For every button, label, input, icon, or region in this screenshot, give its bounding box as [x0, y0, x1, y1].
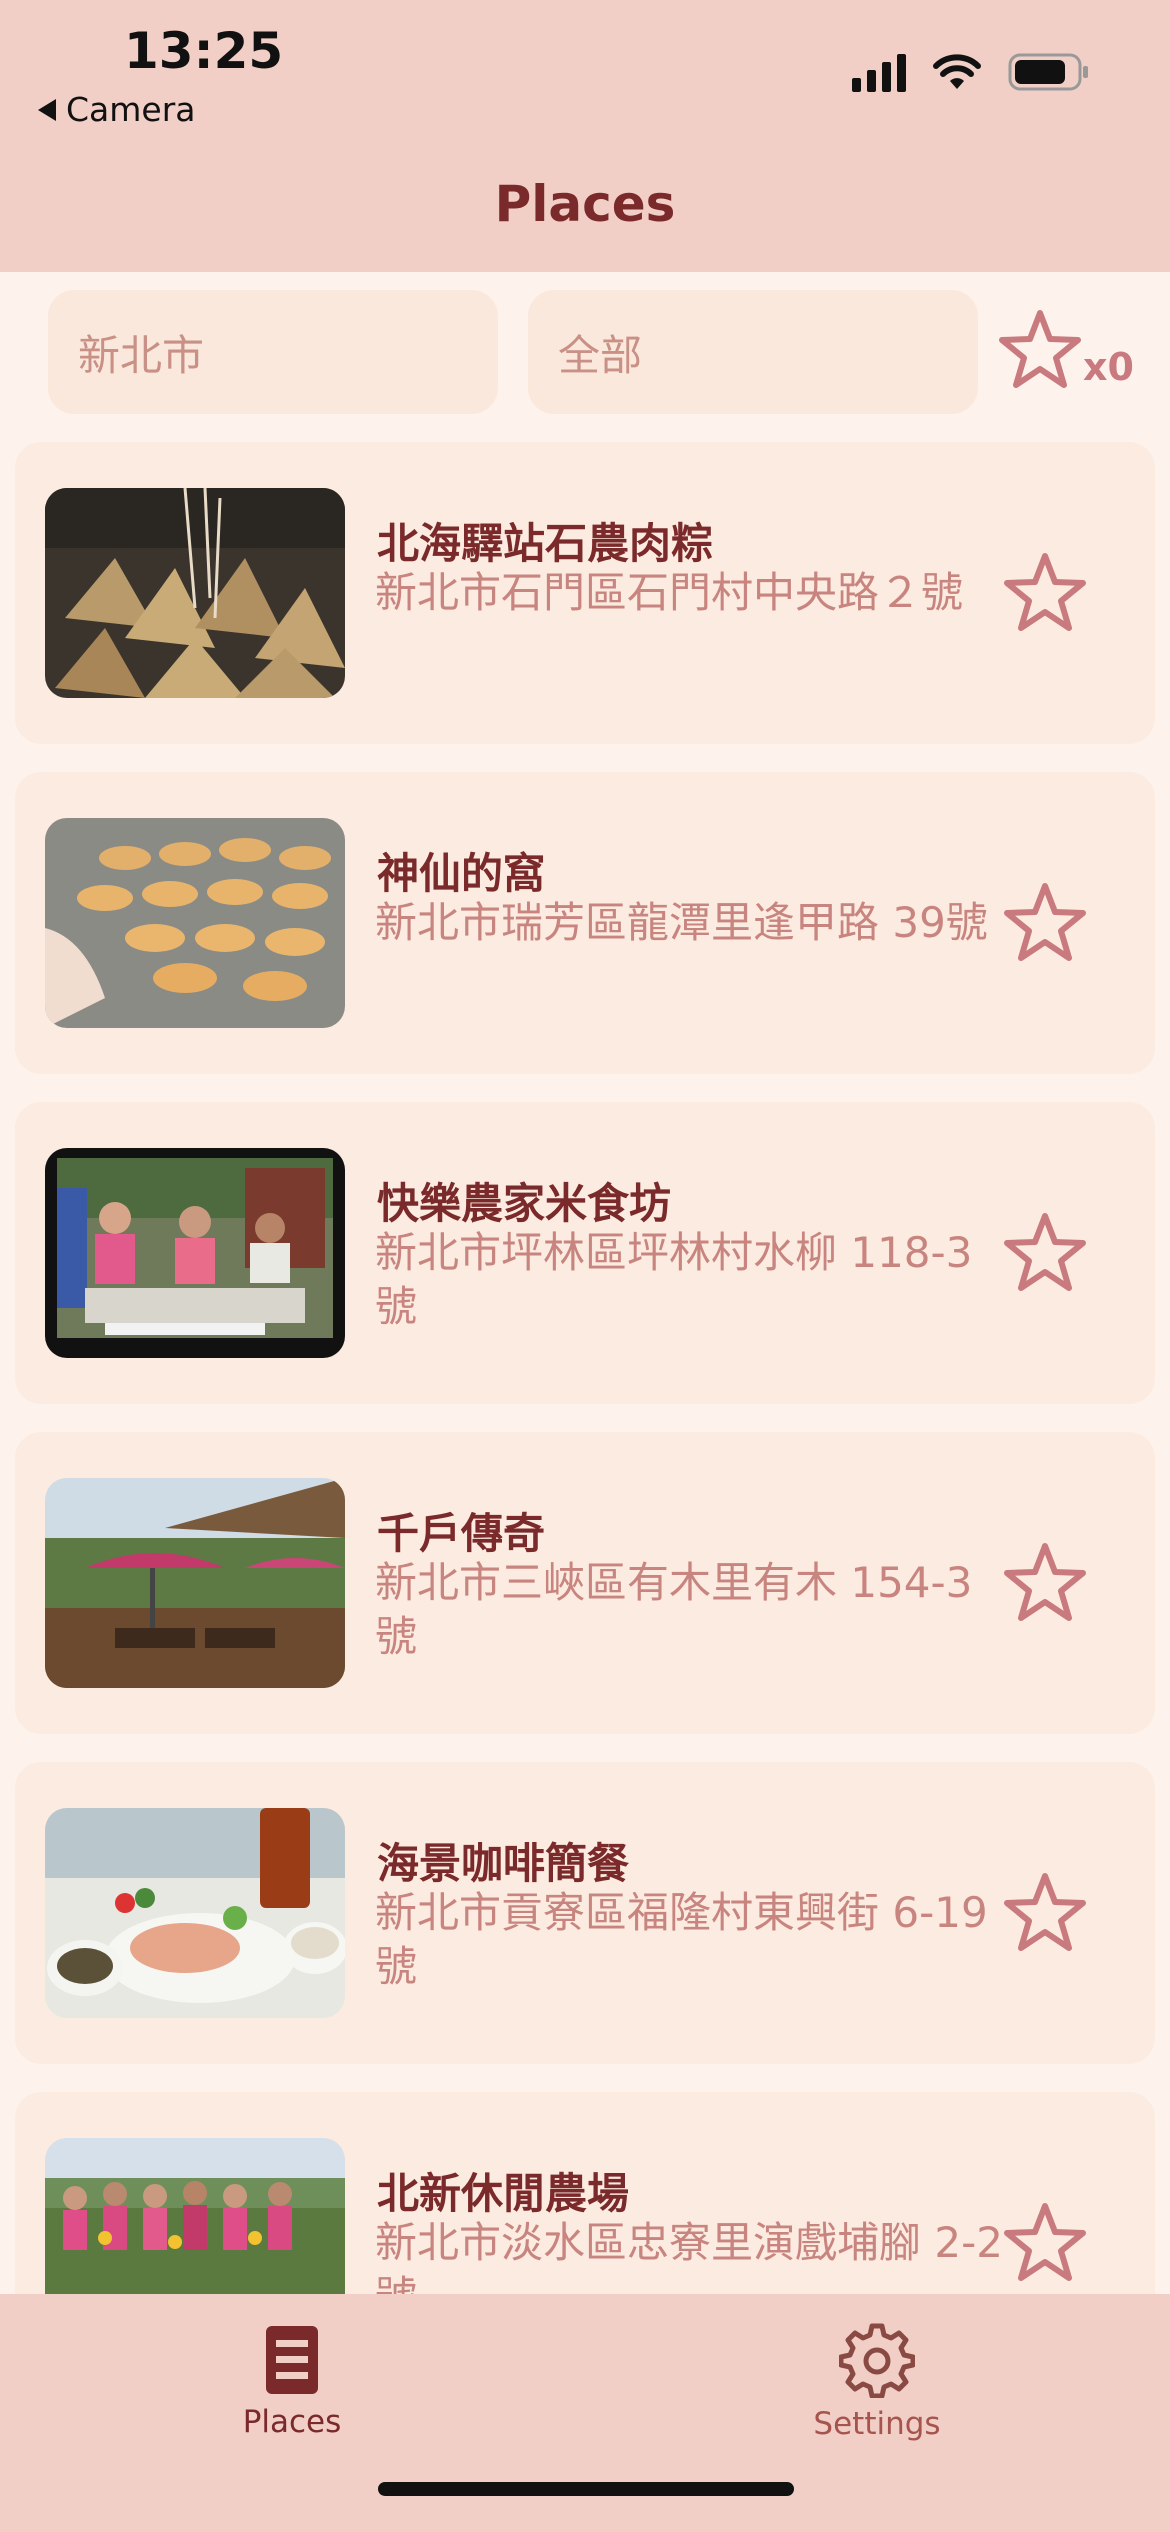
cellular-signal-icon	[852, 52, 906, 92]
favorites-count: x0	[1083, 345, 1134, 389]
place-card[interactable]: 北新休閒農場 新北市淡水區忠寮里演戲埔腳 2-2 號	[15, 2092, 1155, 2294]
place-address: 新北市坪林區坪林村水柳 118-3號	[375, 1228, 973, 1331]
tab-places-label: Places	[242, 2404, 342, 2440]
wifi-icon	[932, 53, 982, 91]
star-outline-icon	[999, 310, 1081, 388]
place-thumbnail-patio	[45, 1478, 345, 1688]
place-name: 快樂農家米食坊	[377, 1179, 672, 1228]
place-address: 新北市三峽區有木里有木 154-3 號	[375, 1558, 973, 1661]
back-to-camera-button[interactable]: Camera	[38, 90, 196, 129]
place-name: 神仙的窩	[377, 849, 546, 898]
status-time: 13:25	[124, 22, 284, 80]
places-list[interactable]: 北海驛站石農肉粽 新北市石門區石門村中央路２號 神仙的窩 新北市瑞芳區龍潭里逢甲…	[0, 442, 1170, 2294]
place-address: 新北市貢寮區福隆村東興街 6-19號	[375, 1888, 988, 1991]
favorite-star-icon[interactable]	[1000, 1208, 1090, 1298]
home-indicator	[378, 2482, 794, 2496]
favorite-star-icon[interactable]	[1000, 548, 1090, 638]
place-address: 新北市淡水區忠寮里演戲埔腳 2-2 號	[375, 2218, 1003, 2294]
place-card[interactable]: 千戶傳奇 新北市三峽區有木里有木 154-3 號	[15, 1432, 1155, 1734]
favorite-star-icon[interactable]	[1000, 878, 1090, 968]
city-filter-field[interactable]: 新北市	[48, 290, 498, 414]
place-card[interactable]: 北海驛站石農肉粽 新北市石門區石門村中央路２號	[15, 442, 1155, 744]
status-icons	[852, 52, 1090, 92]
place-thumbnail-farm-group	[45, 2138, 345, 2294]
place-thumbnail-zongzi	[45, 488, 345, 698]
favorite-star-icon[interactable]	[1000, 1868, 1090, 1958]
category-filter-value: 全部	[558, 330, 643, 380]
place-address: 新北市瑞芳區龍潭里逢甲路 39號	[375, 898, 988, 947]
tab-bar: Places Settings	[0, 2294, 1170, 2532]
back-label: Camera	[66, 90, 196, 129]
gear-icon	[839, 2323, 915, 2398]
place-address: 新北市石門區石門村中央路２號	[375, 568, 964, 617]
city-filter-value: 新北市	[78, 330, 205, 380]
navigation-header: 13:25 Camera Places	[0, 0, 1170, 272]
place-thumbnail-seafood	[45, 1808, 345, 2018]
tab-settings[interactable]: Settings	[757, 2314, 997, 2442]
category-filter-field[interactable]: 全部	[528, 290, 978, 414]
list-icon	[266, 2326, 318, 2394]
page-title: Places	[494, 175, 676, 233]
tab-places[interactable]: Places	[172, 2314, 412, 2440]
place-card[interactable]: 神仙的窩 新北市瑞芳區龍潭里逢甲路 39號	[15, 772, 1155, 1074]
tab-settings-label: Settings	[813, 2406, 941, 2442]
place-card[interactable]: 海景咖啡簡餐 新北市貢寮區福隆村東興街 6-19號	[15, 1762, 1155, 2064]
favorite-star-icon[interactable]	[1000, 2198, 1090, 2288]
place-name: 千戶傳奇	[377, 1509, 546, 1558]
favorite-star-icon[interactable]	[1000, 1538, 1090, 1628]
place-thumbnail-tv-cooking	[45, 1148, 345, 1358]
back-arrow-icon	[38, 98, 56, 121]
battery-icon	[1008, 52, 1090, 92]
place-name: 海景咖啡簡餐	[377, 1839, 630, 1888]
place-thumbnail-pancakes	[45, 818, 345, 1028]
place-name: 北新休閒農場	[377, 2169, 630, 2218]
place-card[interactable]: 快樂農家米食坊 新北市坪林區坪林村水柳 118-3號	[15, 1102, 1155, 1404]
place-name: 北海驛站石農肉粽	[377, 519, 714, 568]
